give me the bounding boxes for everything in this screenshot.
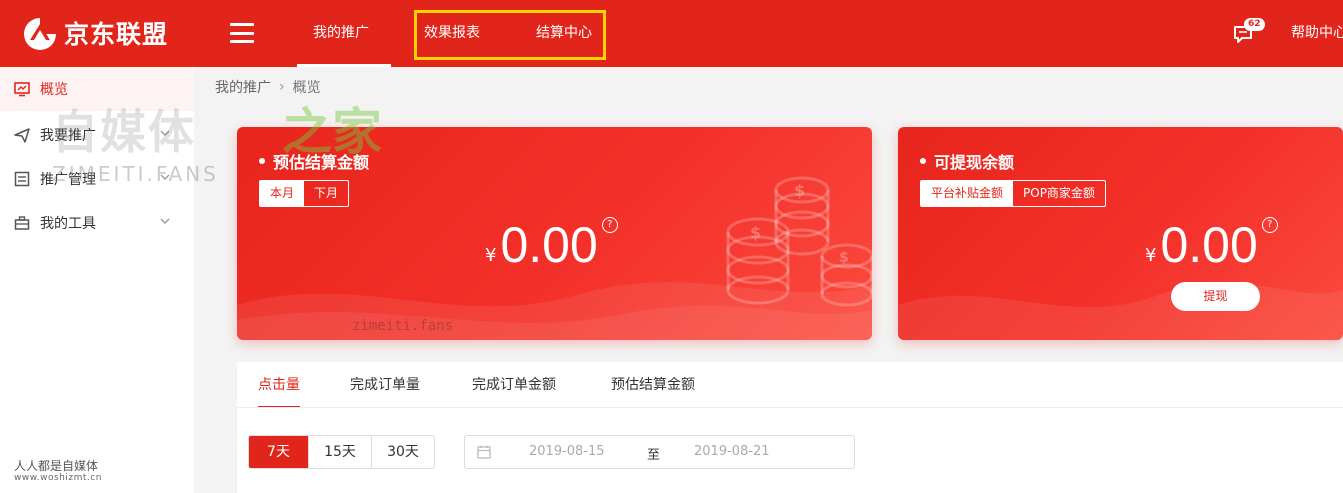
withdrawable-amount: ¥ 0.00 ? (1145, 215, 1278, 275)
send-icon (14, 128, 30, 143)
help-question-icon[interactable]: ? (601, 217, 618, 233)
amount-value: 0.00 (1160, 217, 1258, 273)
svg-text:$: $ (750, 223, 761, 242)
toolbox-icon (14, 216, 30, 230)
footer-watermark-url: www.woshizmt.cn (14, 473, 102, 483)
top-header: 京东联盟 我的推广 效果报表 结算中心 62 帮助中心 (0, 0, 1343, 67)
message-count-badge: 62 (1244, 18, 1265, 31)
svg-text:$: $ (839, 250, 849, 266)
nav-my-promotion[interactable]: 我的推广 (297, 0, 391, 67)
amount-value: 0.00 (500, 217, 598, 273)
help-center-link[interactable]: 帮助中心 (1291, 0, 1343, 67)
metrics-panel: 点击量 完成订单量 完成订单金额 预估结算金额 7天 15天 30天 2019-… (237, 362, 1343, 493)
footer-watermark-text: 人人都是自媒体 (14, 459, 99, 473)
tab-estimated-settlement[interactable]: 预估结算金额 (611, 362, 695, 408)
tab-pop-merchant[interactable]: POP商家金额 (1013, 181, 1105, 206)
tab-completed-order-amount[interactable]: 完成订单金额 (472, 362, 556, 408)
watermark-small-text: zimeiti.fans (352, 318, 454, 334)
sidebar-item-tools[interactable]: 我的工具 (0, 201, 194, 245)
highlight-annotation-box (414, 10, 606, 60)
month-toggle: 本月 下月 (259, 180, 350, 207)
hamburger-menu-icon[interactable] (230, 23, 254, 43)
date-range-picker[interactable]: 2019-08-15 至 2019-08-21 (464, 435, 855, 469)
logo-text: 京东联盟 (64, 20, 169, 49)
tab-completed-orders[interactable]: 完成订单量 (350, 362, 420, 408)
watermark-subtext: ZIMEITI.FANS (52, 162, 219, 186)
calendar-icon (477, 445, 491, 459)
card-title: 可提现余额 (920, 149, 1014, 173)
range-7-days[interactable]: 7天 (249, 436, 308, 468)
range-30-days[interactable]: 30天 (371, 436, 434, 468)
currency-symbol: ¥ (485, 245, 497, 266)
date-range-presets: 7天 15天 30天 (248, 435, 435, 469)
withdrawable-balance-card: 可提现余额 平台补贴金额 POP商家金额 ¥ 0.00 ? 提现 (898, 127, 1343, 340)
coins-illustration-icon: $ $ $ (726, 176, 872, 307)
monitor-icon (14, 82, 30, 97)
tab-platform-subsidy[interactable]: 平台补贴金额 (921, 181, 1014, 206)
watermark-green-text: 之家 (282, 103, 382, 161)
sidebar-item-label: 我的工具 (40, 216, 96, 232)
withdraw-button[interactable]: 提现 (1171, 282, 1260, 311)
date-separator: 至 (647, 448, 661, 463)
currency-symbol: ¥ (1145, 245, 1157, 266)
tabs-divider (237, 407, 1343, 408)
chevron-down-icon (160, 218, 170, 224)
end-date-input[interactable]: 2019-08-21 (694, 444, 770, 459)
jd-union-logo-icon (24, 18, 56, 50)
estimated-amount: ¥ 0.00 ? (485, 215, 618, 275)
tab-this-month[interactable]: 本月 (260, 181, 305, 206)
list-icon (14, 171, 30, 187)
range-15-days[interactable]: 15天 (308, 436, 371, 468)
tab-clicks[interactable]: 点击量 (258, 362, 300, 408)
svg-text:$: $ (794, 181, 805, 200)
watermark-text: 自媒体 (52, 105, 196, 159)
tab-next-month[interactable]: 下月 (304, 181, 348, 206)
help-question-icon[interactable]: ? (1261, 217, 1278, 233)
breadcrumb-parent[interactable]: 我的推广 (215, 77, 271, 97)
start-date-input[interactable]: 2019-08-15 (529, 444, 605, 459)
logo[interactable]: 京东联盟 (22, 16, 168, 50)
source-toggle: 平台补贴金额 POP商家金额 (920, 180, 1106, 207)
